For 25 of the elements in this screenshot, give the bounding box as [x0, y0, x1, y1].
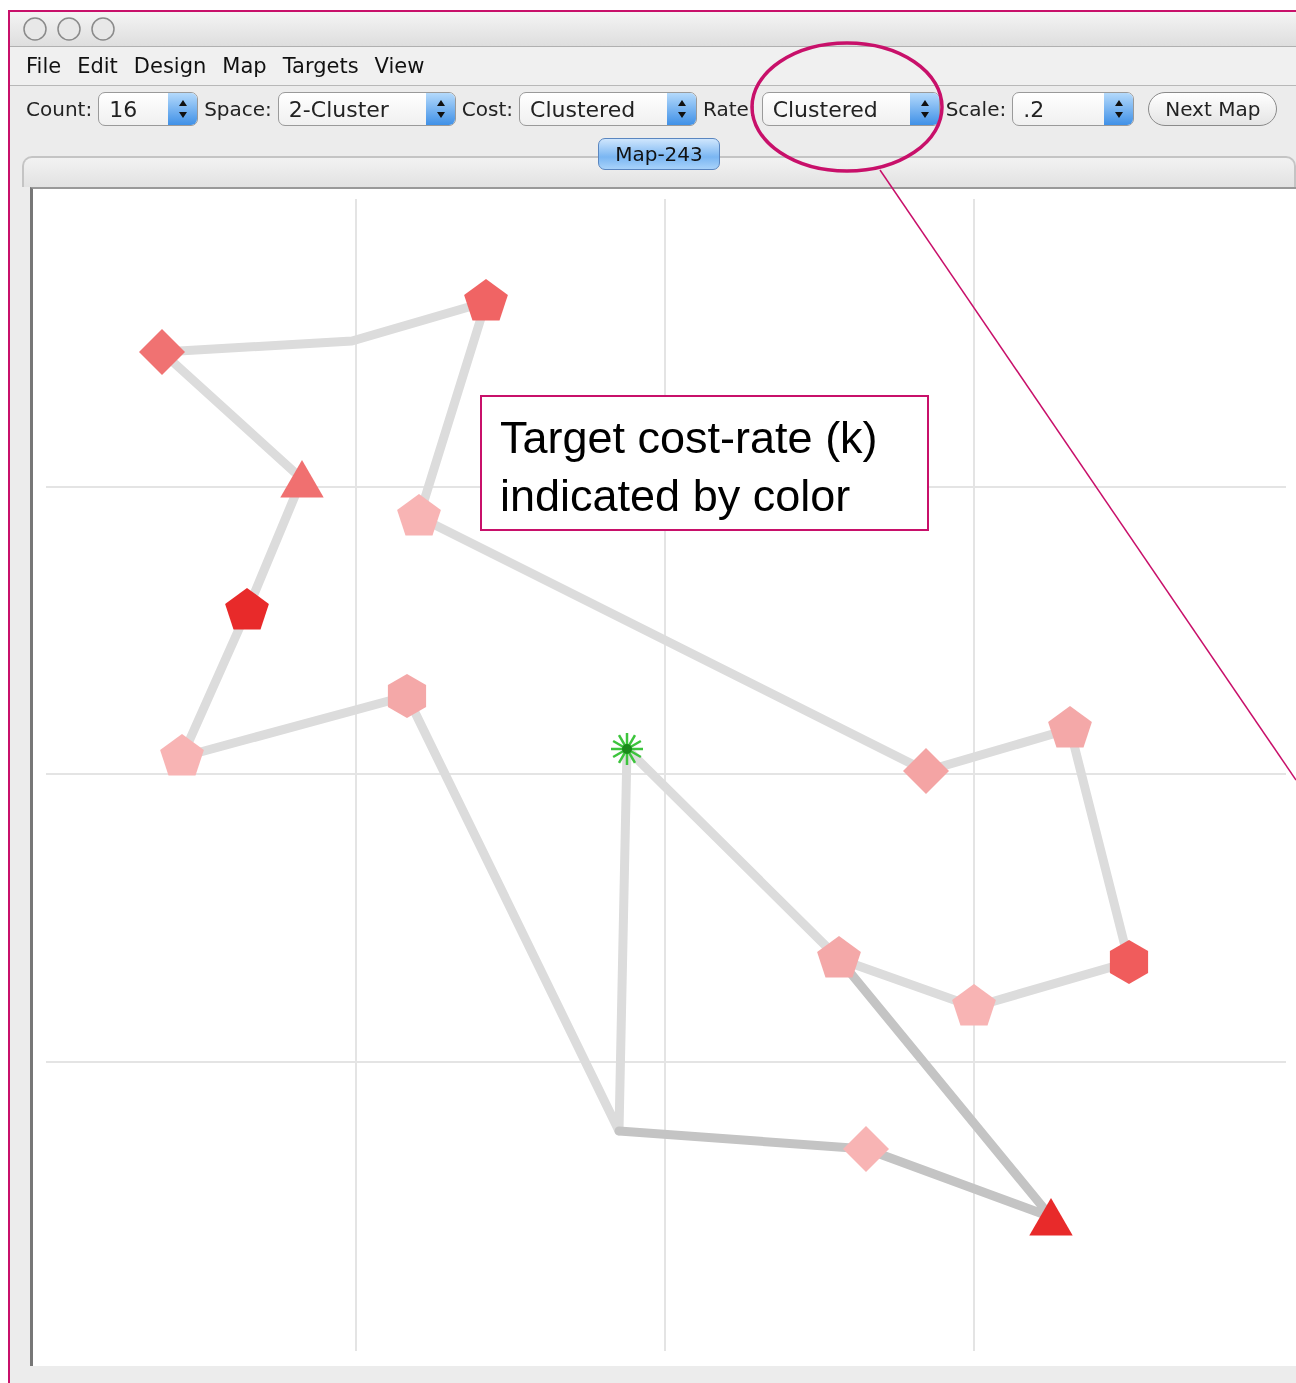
window-buttons-icon[interactable]: [22, 16, 118, 42]
menu-item[interactable]: Targets: [274, 54, 367, 78]
dropdown[interactable]: Clustered: [761, 92, 940, 126]
menu-item[interactable]: Map: [214, 54, 275, 78]
dropdown[interactable]: 16: [98, 92, 199, 126]
dropdown[interactable]: Clustered: [519, 92, 698, 126]
menu-item[interactable]: Edit: [69, 54, 126, 78]
dropdown[interactable]: 2-Cluster: [277, 92, 456, 126]
stepper-icon: [1104, 93, 1134, 125]
annotation-callout: Target cost-rate (k) indicated by color: [480, 395, 929, 531]
stepper-icon: [909, 93, 939, 125]
map-tab[interactable]: Map-243: [598, 138, 720, 170]
start-marker: [611, 733, 643, 765]
menu-item[interactable]: View: [366, 54, 433, 78]
field-label: Cost:: [461, 97, 515, 121]
menu-item[interactable]: Design: [125, 54, 215, 78]
field-label: Space:: [204, 97, 273, 121]
menu-item[interactable]: File: [18, 54, 70, 78]
field-label: Count:: [26, 97, 94, 121]
stepper-icon: [667, 93, 697, 125]
dropdown[interactable]: .2: [1012, 92, 1135, 126]
stepper-icon: [168, 93, 198, 125]
field-label: Scale:: [945, 97, 1008, 121]
next-map-button[interactable]: Next Map: [1148, 92, 1278, 126]
stepper-icon: [425, 93, 455, 125]
